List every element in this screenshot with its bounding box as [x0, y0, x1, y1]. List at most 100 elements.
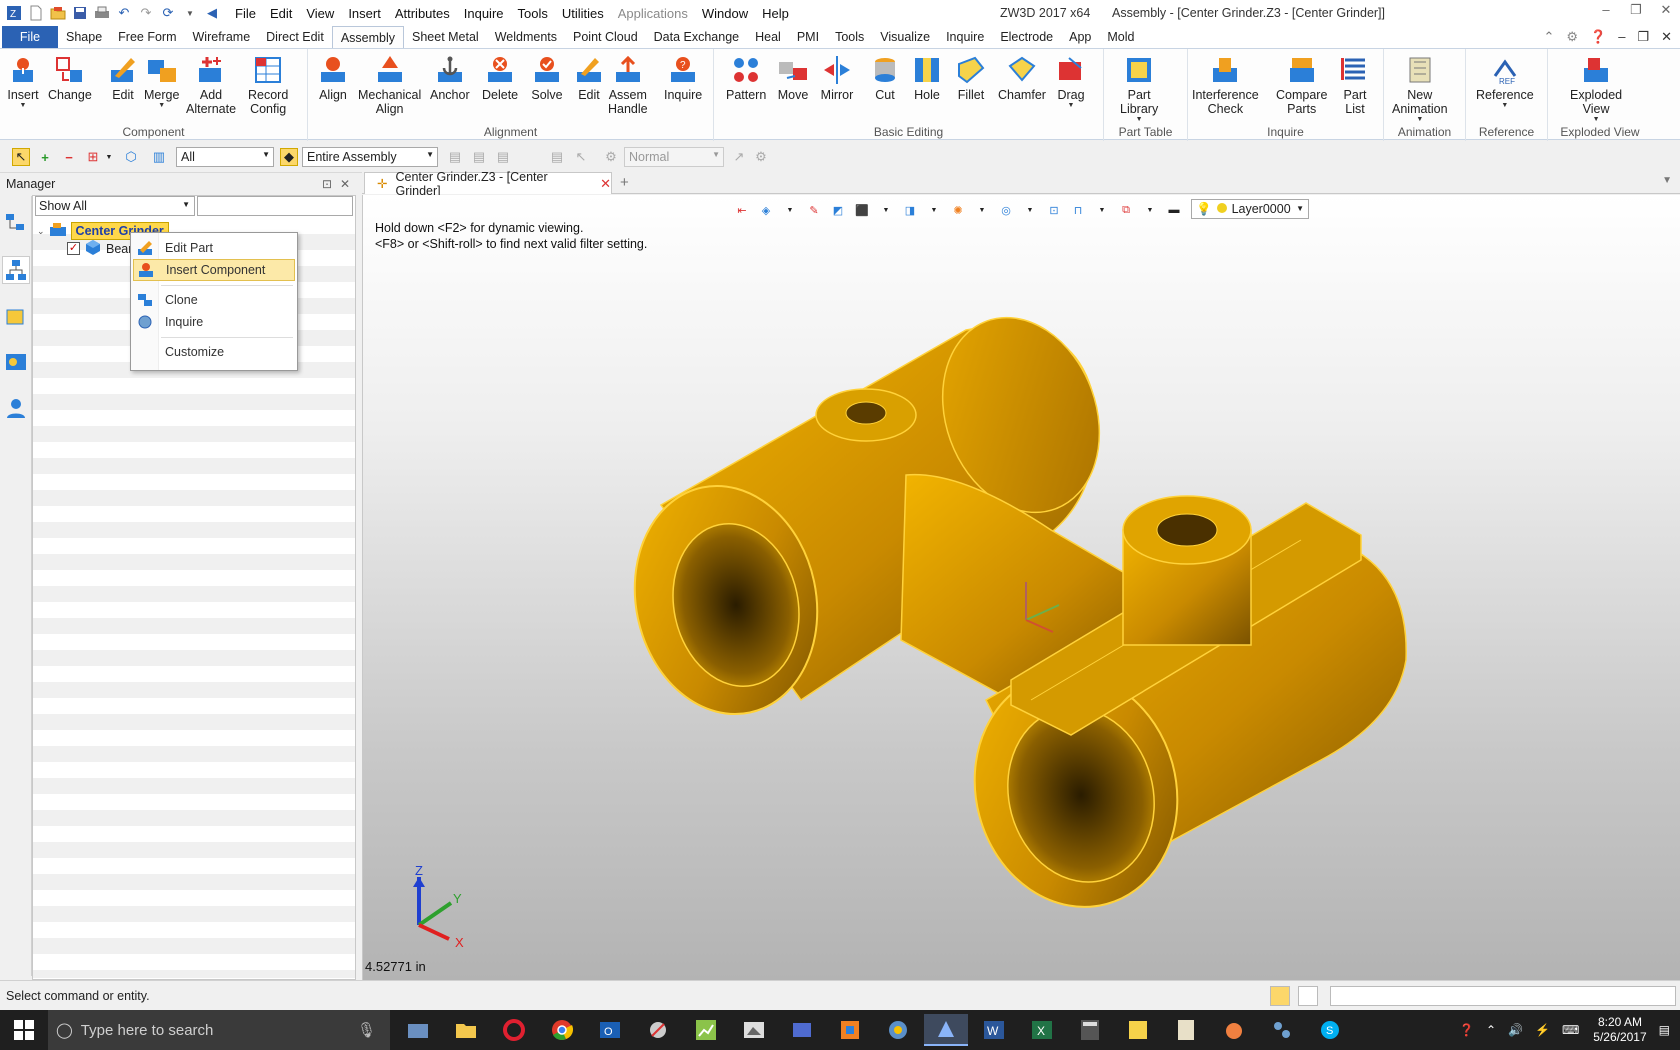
network-icon[interactable]: ⚡	[1535, 1023, 1550, 1037]
back-arrow-icon[interactable]: ◀	[202, 3, 222, 23]
mode-select[interactable]: Normal ▼	[624, 147, 724, 167]
new-tab-icon[interactable]: +	[620, 174, 629, 191]
tab-assembly[interactable]: Assembly	[331, 26, 404, 48]
close-icon[interactable]: ✕	[1658, 2, 1674, 18]
tool-icon-d[interactable]: ▤	[548, 148, 566, 166]
dock-icon[interactable]: ⊡	[322, 177, 332, 191]
regen-icon[interactable]: ⟳	[158, 3, 178, 23]
chevron-down-icon[interactable]: ▼	[180, 3, 200, 23]
tab-app[interactable]: App	[1061, 26, 1099, 48]
opera-icon[interactable]	[492, 1014, 536, 1046]
inquire-align-button[interactable]: ? Inquire	[664, 53, 702, 102]
gear-icon[interactable]: ⚙	[602, 148, 620, 166]
keyboard-icon[interactable]: ⌨	[1562, 1023, 1579, 1037]
layout-toggle-icon[interactable]	[1270, 986, 1290, 1006]
tab-free-form[interactable]: Free Form	[110, 26, 184, 48]
fillet-button[interactable]: Fillet	[954, 53, 988, 102]
3d-model[interactable]	[363, 195, 1680, 980]
snipping-tool-icon[interactable]	[636, 1014, 680, 1046]
clock[interactable]: 8:20 AM 5/26/2017	[1593, 1015, 1646, 1045]
chevron-up-icon[interactable]: ⌃	[1486, 1023, 1496, 1037]
filter-select[interactable]: All ▼	[176, 147, 274, 167]
reference-button[interactable]: REF Reference ▼	[1476, 53, 1534, 109]
pick-icon[interactable]: ↖	[12, 148, 30, 166]
assembly-scope-icon[interactable]: ◆	[280, 148, 298, 166]
word-icon[interactable]: W	[972, 1014, 1016, 1046]
collapse-ribbon-icon[interactable]: ⌃	[1543, 29, 1554, 45]
filter-icon[interactable]: ▥	[150, 148, 168, 166]
help-icon[interactable]: ❓	[1590, 29, 1606, 45]
menu-item-customize[interactable]: Customize	[133, 341, 295, 363]
menu-applications[interactable]: Applications	[611, 6, 695, 21]
volume-icon[interactable]: 🔊	[1508, 1023, 1523, 1037]
minimize-doc-icon[interactable]: –	[1618, 29, 1625, 45]
chevron-down-icon[interactable]: ▼	[100, 148, 118, 166]
outlook-icon[interactable]: O	[588, 1014, 632, 1046]
part-library-button[interactable]: Part Library ▼	[1120, 53, 1158, 123]
minimize-icon[interactable]: –	[1598, 2, 1614, 18]
zw3d-task-icon[interactable]	[924, 1014, 968, 1046]
scope-select[interactable]: Entire Assembly ▼	[302, 147, 438, 167]
remove-icon[interactable]: −	[60, 148, 78, 166]
windows-start-icon[interactable]	[14, 1020, 34, 1040]
tab-direct-edit[interactable]: Direct Edit	[258, 26, 332, 48]
help-tray-icon[interactable]: ❓	[1459, 1023, 1474, 1037]
menu-item-inquire[interactable]: Inquire	[133, 311, 295, 333]
command-input[interactable]	[1330, 986, 1676, 1006]
app-logo-icon[interactable]: Z	[4, 3, 24, 23]
view-manager-icon[interactable]	[2, 348, 30, 376]
tab-point-cloud[interactable]: Point Cloud	[565, 26, 646, 48]
chevron-down-icon[interactable]: ⌄	[37, 226, 45, 237]
pattern-button[interactable]: Pattern	[726, 53, 766, 102]
peach-app-icon[interactable]	[1212, 1014, 1256, 1046]
menu-view[interactable]: View	[299, 6, 341, 21]
tab-wireframe[interactable]: Wireframe	[185, 26, 259, 48]
drag-button[interactable]: Drag ▼	[1054, 53, 1088, 109]
tab-data-exchange[interactable]: Data Exchange	[646, 26, 747, 48]
delete-align-button[interactable]: Delete	[482, 53, 518, 102]
tab-weldments[interactable]: Weldments	[487, 26, 565, 48]
redo-icon[interactable]: ↷	[136, 3, 156, 23]
history-tree-icon[interactable]	[2, 210, 30, 238]
menu-tools[interactable]: Tools	[511, 6, 555, 21]
mirror-button[interactable]: Mirror	[820, 53, 854, 102]
chamfer-button[interactable]: Chamfer	[998, 53, 1046, 102]
merge-button[interactable]: Merge ▼	[144, 53, 179, 109]
menu-file[interactable]: File	[228, 6, 263, 21]
document-tab[interactable]: ✛ Center Grinder.Z3 - [Center Grinder] ✕	[364, 170, 612, 198]
tab-heal[interactable]: Heal	[747, 26, 789, 48]
part-list-button[interactable]: Part List	[1338, 53, 1372, 116]
skype-icon[interactable]: S	[1308, 1014, 1352, 1046]
tab-list-icon[interactable]: ▼	[1662, 175, 1672, 186]
puzzle-app-icon[interactable]	[828, 1014, 872, 1046]
interference-check-button[interactable]: Interference Check	[1192, 53, 1259, 116]
network-app-icon[interactable]	[1260, 1014, 1304, 1046]
tab-shape[interactable]: Shape	[58, 26, 110, 48]
menu-item-clone[interactable]: Clone	[133, 289, 295, 311]
new-file-icon[interactable]	[26, 3, 46, 23]
tab-pmi[interactable]: PMI	[789, 26, 827, 48]
print-icon[interactable]	[92, 3, 112, 23]
show-filter-select[interactable]: Show All ▼	[35, 196, 195, 216]
list-toggle-icon[interactable]	[1298, 986, 1318, 1006]
menu-edit[interactable]: Edit	[263, 6, 299, 21]
part-box-icon[interactable]	[2, 302, 30, 330]
close-tab-icon[interactable]: ✕	[600, 176, 611, 192]
taskbar-search[interactable]: ◯ Type here to search 🎙	[48, 1010, 390, 1050]
menu-inquire[interactable]: Inquire	[457, 6, 511, 21]
exploded-view-button[interactable]: Exploded View ▼	[1570, 53, 1622, 123]
insert-button[interactable]: Insert ▼	[6, 53, 40, 109]
calculator-icon[interactable]	[1068, 1014, 1112, 1046]
menu-help[interactable]: Help	[755, 6, 796, 21]
move-button[interactable]: Move	[776, 53, 810, 102]
cut-button[interactable]: Cut	[868, 53, 902, 102]
excel-icon[interactable]: X	[1020, 1014, 1064, 1046]
tool-icon-b[interactable]: ▤	[470, 148, 488, 166]
restore-icon[interactable]: ❐	[1628, 2, 1644, 18]
open-file-icon[interactable]	[48, 3, 68, 23]
assembly-tree-icon[interactable]	[2, 256, 30, 284]
security-app-icon[interactable]	[876, 1014, 920, 1046]
menu-window[interactable]: Window	[695, 6, 755, 21]
task-view-icon[interactable]	[396, 1014, 440, 1046]
new-animation-button[interactable]: New Animation ▼	[1392, 53, 1448, 123]
